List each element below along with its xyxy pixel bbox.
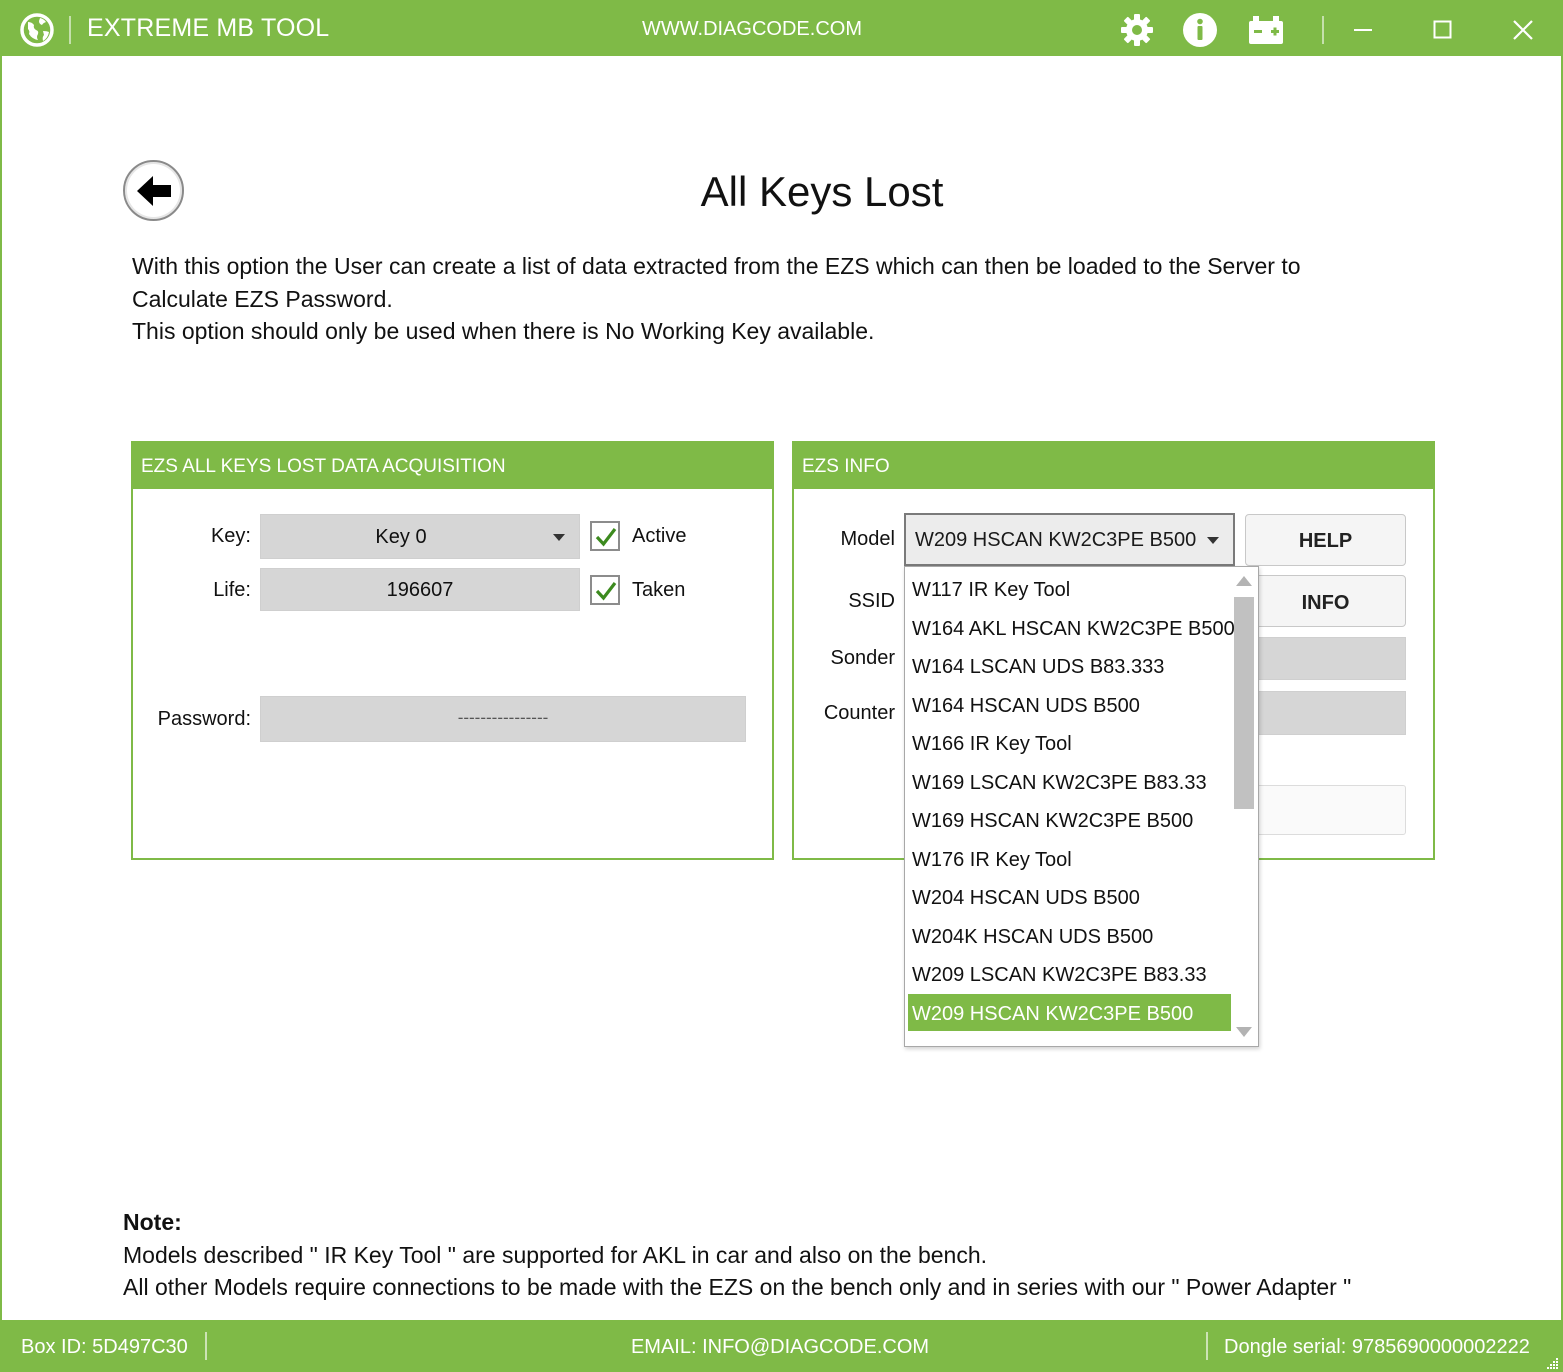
ezs-info-panel-header: EZS INFO xyxy=(794,443,1433,489)
dongle-serial: Dongle serial: 9785690000002222 xyxy=(1224,1336,1530,1358)
resize-grip-icon[interactable] xyxy=(1545,1356,1559,1370)
sonder-label: Sonder xyxy=(830,647,896,669)
chevron-down-icon xyxy=(1207,537,1219,544)
note-line: All other Models require connections to … xyxy=(123,1274,1352,1300)
counter-field[interactable] xyxy=(1252,691,1406,735)
checkmark-icon xyxy=(595,528,617,547)
active-label: Active xyxy=(632,525,687,547)
acquisition-panel-header: EZS ALL KEYS LOST DATA ACQUISITION xyxy=(133,443,772,489)
key-dropdown-value: Key 0 xyxy=(375,526,427,548)
acquisition-panel: EZS ALL KEYS LOST DATA ACQUISITION xyxy=(131,441,774,860)
gear-icon[interactable] xyxy=(1119,12,1155,48)
model-option[interactable]: W209 LSCAN KW2C3PE B83.33 xyxy=(908,955,1231,992)
model-option[interactable]: W204 HSCAN UDS B500 xyxy=(908,878,1231,915)
title-bar[interactable]: EXTREME MB TOOL WWW.DIAGCODE.COM xyxy=(2,2,1563,56)
model-option[interactable]: W117 IR Key Tool xyxy=(908,570,1231,607)
description-line: With this option the User can create a l… xyxy=(132,253,1301,279)
minimize-icon[interactable] xyxy=(1346,14,1380,46)
description-line: Calculate EZS Password. xyxy=(132,285,393,312)
scroll-up-arrow-icon[interactable] xyxy=(1236,576,1252,586)
model-option[interactable]: W164 AKL HSCAN KW2C3PE B500 xyxy=(908,609,1235,646)
model-option[interactable]: W169 LSCAN KW2C3PE B83.33 xyxy=(908,763,1231,800)
battery-icon[interactable] xyxy=(1248,12,1284,48)
model-option[interactable]: W169 HSCAN KW2C3PE B500 xyxy=(908,801,1231,838)
password-label: Password: xyxy=(157,708,251,730)
page-description: With this option the User can create a l… xyxy=(132,250,1452,348)
model-options-list[interactable]: W117 IR Key Tool W164 AKL HSCAN KW2C3PE … xyxy=(904,566,1259,1047)
chevron-down-icon xyxy=(553,534,565,541)
model-option[interactable]: W164 HSCAN UDS B500 xyxy=(908,686,1231,723)
status-separator xyxy=(1206,1332,1208,1360)
key-dropdown[interactable]: Key 0 xyxy=(260,514,580,559)
model-option-selected[interactable]: W209 HSCAN KW2C3PE B500 xyxy=(908,994,1231,1031)
active-checkbox[interactable] xyxy=(590,521,620,551)
model-option[interactable]: W204K HSCAN UDS B500 xyxy=(908,917,1231,954)
scroll-down-arrow-icon[interactable] xyxy=(1236,1027,1252,1037)
page-title: All Keys Lost xyxy=(700,168,944,215)
life-field[interactable]: 196607 xyxy=(260,568,580,611)
close-icon[interactable] xyxy=(1506,14,1540,46)
info-button[interactable]: INFO xyxy=(1245,575,1406,627)
sonder-field[interactable] xyxy=(1252,637,1406,680)
scrollbar-thumb[interactable] xyxy=(1234,597,1254,809)
info-icon[interactable] xyxy=(1182,12,1218,48)
status-bar: Box ID: 5D497C30 EMAIL: INFO@DIAGCODE.CO… xyxy=(2,1320,1563,1372)
ssid-label: SSID xyxy=(848,590,895,612)
note-heading: Note: xyxy=(123,1209,182,1235)
action-button[interactable] xyxy=(1252,785,1406,835)
taken-label: Taken xyxy=(632,579,686,601)
model-dropdown[interactable]: W209 HSCAN KW2C3PE B500 xyxy=(904,513,1235,566)
note-block: Note: Models described " IR Key Tool " a… xyxy=(123,1206,1523,1304)
description-line: This option should only be used when the… xyxy=(132,318,875,344)
counter-label: Counter xyxy=(823,702,895,724)
password-field[interactable]: ---------------- xyxy=(260,696,746,742)
model-dropdown-value: W209 HSCAN KW2C3PE B500 xyxy=(915,529,1197,551)
app-window: EXTREME MB TOOL WWW.DIAGCODE.COM All Key… xyxy=(0,0,1563,1372)
model-label: Model xyxy=(840,528,895,550)
model-option[interactable]: W176 IR Key Tool xyxy=(908,840,1231,877)
model-option[interactable]: W164 LSCAN UDS B83.333 xyxy=(908,647,1231,684)
maximize-icon[interactable] xyxy=(1426,14,1460,46)
key-label: Key: xyxy=(210,525,251,547)
checkmark-icon xyxy=(595,582,617,601)
life-label: Life: xyxy=(213,579,251,601)
controls-separator xyxy=(1322,16,1324,44)
note-line: Models described " IR Key Tool " are sup… xyxy=(123,1241,988,1268)
model-option[interactable]: W166 IR Key Tool xyxy=(908,724,1231,761)
dropdown-scrollbar[interactable] xyxy=(1233,570,1255,1043)
taken-checkbox[interactable] xyxy=(590,575,620,605)
help-button[interactable]: HELP xyxy=(1245,514,1406,566)
